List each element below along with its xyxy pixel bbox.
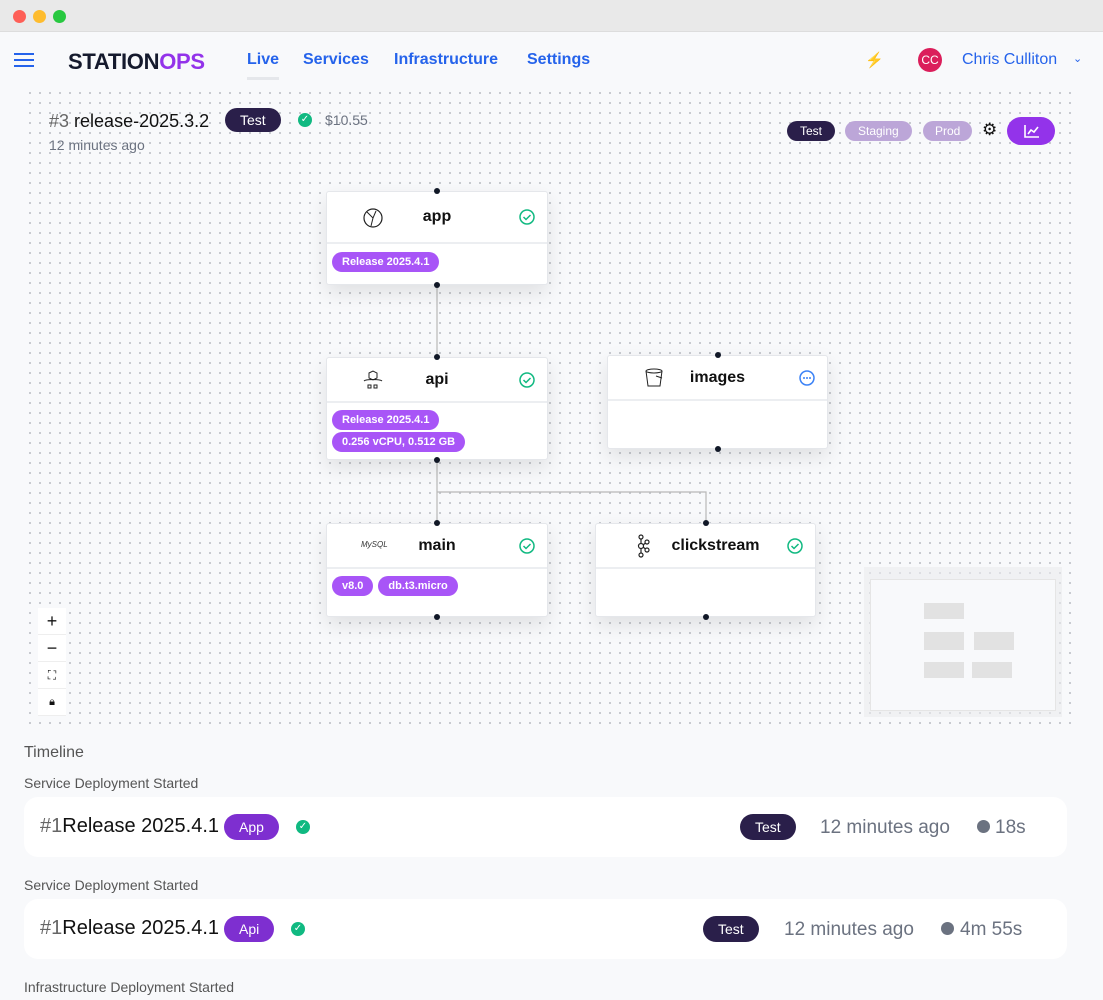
zoom-in-button[interactable]: + [38, 608, 66, 635]
node-name: app [422, 208, 452, 225]
handle-bottom[interactable] [702, 614, 709, 620]
event-time: 12 minutes ago [784, 919, 914, 940]
event-number: #1 [40, 815, 63, 837]
success-icon: ✓ [291, 922, 305, 936]
node-tag: Release 2025.4.1 [332, 252, 440, 272]
minimap[interactable] [864, 567, 1062, 717]
event-name: Release 2025.4.1 [62, 917, 220, 939]
node-name: clickstream [671, 537, 760, 554]
node-api[interactable]: api Release 2025.4.1 0.256 vCPU, 0.512 GB [326, 354, 548, 463]
success-icon [519, 372, 535, 388]
pending-icon [799, 370, 815, 386]
minimap-node [924, 632, 964, 650]
success-icon [519, 209, 535, 225]
env-badge: Test [740, 814, 796, 840]
node-name: images [689, 369, 746, 386]
clock-icon [941, 922, 954, 935]
event-time: 12 minutes ago [820, 817, 950, 838]
clock-icon [977, 820, 990, 833]
success-icon [519, 538, 535, 554]
node-images[interactable]: images [607, 352, 828, 452]
event-label: Service Deployment Started [24, 877, 199, 893]
event-duration: 4m 55s [960, 919, 1023, 940]
zoom-out-button[interactable]: − [38, 635, 66, 662]
node-main[interactable]: MySQL main v8.0 db.t3.micro [326, 520, 548, 620]
success-icon: ✓ [296, 820, 310, 834]
timeline-event[interactable]: #1Release 2025.4.1 App ✓ Test 12 minutes… [24, 797, 1067, 857]
node-name: api [425, 371, 449, 388]
handle-bottom[interactable] [434, 457, 440, 463]
service-badge: App [224, 814, 279, 840]
env-badge: Test [703, 916, 759, 942]
event-duration: 18s [995, 817, 1026, 838]
minimap-node [974, 632, 1014, 650]
event-name: Release 2025.4.1 [62, 815, 220, 837]
edge-api-clickstream [437, 491, 707, 523]
lock-button[interactable]: 🔒︎ [38, 689, 66, 716]
node-name: main [418, 537, 456, 554]
minimap-node [924, 603, 964, 619]
timeline-title: Timeline [24, 744, 84, 761]
minimap-node [972, 662, 1012, 678]
success-icon [787, 538, 803, 554]
event-label: Infrastructure Deployment Started [24, 979, 235, 995]
event-label: Service Deployment Started [24, 775, 199, 791]
event-number: #1 [40, 917, 63, 939]
handle-bottom[interactable] [714, 446, 721, 452]
minimap-node [924, 662, 964, 678]
timeline-event[interactable]: #1Release 2025.4.1 Api ✓ Test 12 minutes… [24, 899, 1067, 959]
node-app[interactable]: app Release 2025.4.1 [326, 188, 548, 288]
handle-bottom[interactable] [434, 282, 440, 288]
fit-view-button[interactable]: ⛶ [38, 662, 66, 689]
handle-bottom[interactable] [434, 614, 440, 620]
node-tag: v8.0 [332, 576, 374, 596]
node-tag: 0.256 vCPU, 0.512 GB [332, 432, 466, 452]
service-badge: Api [224, 916, 275, 942]
node-tag: db.t3.micro [378, 576, 458, 596]
node-tag: Release 2025.4.1 [332, 410, 440, 430]
node-clickstream[interactable]: clickstream [595, 520, 816, 620]
